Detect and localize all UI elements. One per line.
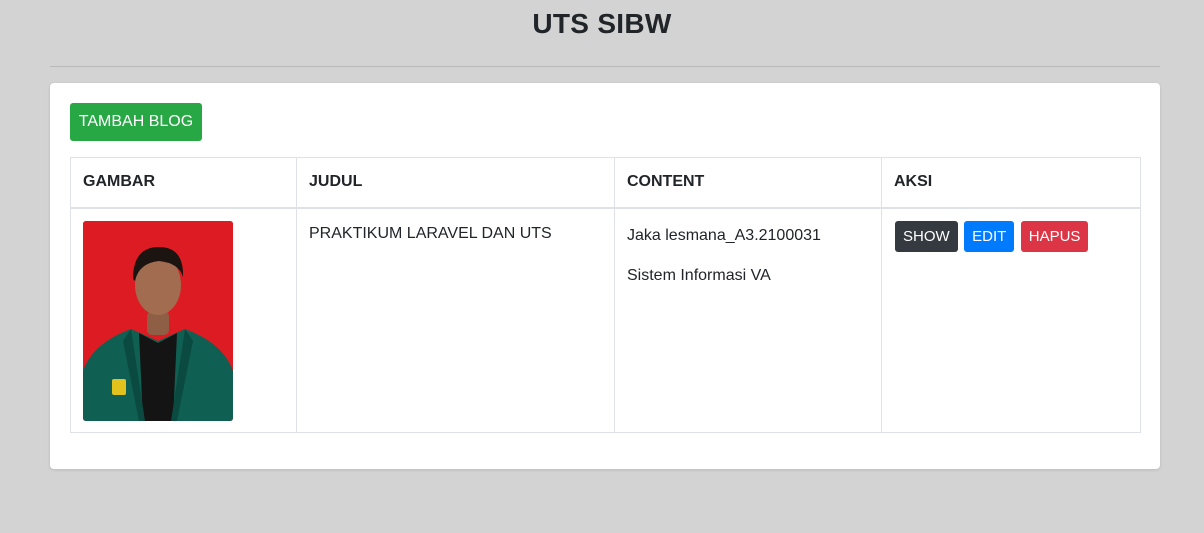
image-cell <box>70 207 297 433</box>
edit-button[interactable]: EDIT <box>964 220 1015 252</box>
student-photo <box>83 220 233 421</box>
page-title: UTS SIBW <box>532 8 672 39</box>
table-row: PRAKTIKUM LARAVEL DAN UTS Jaka lesmana_A… <box>70 207 1141 433</box>
content-cell: Jaka lesmana_A3.2100031 Sistem Informasi… <box>614 207 882 433</box>
add-blog-button[interactable]: TAMBAH BLOG <box>70 103 202 141</box>
actions-cell: SHOW EDIT HAPUS <box>881 207 1141 433</box>
table-header-row: GAMBAR JUDUL CONTENT AKSI <box>70 157 1141 209</box>
header-judul: JUDUL <box>296 157 615 209</box>
header-aksi: AKSI <box>881 157 1141 209</box>
delete-button[interactable]: HAPUS <box>1020 220 1089 252</box>
header-gambar: GAMBAR <box>70 157 297 209</box>
title-divider <box>50 66 1160 67</box>
blog-card: TAMBAH BLOG GAMBAR JUDUL CONTENT AKSI PR… <box>50 83 1160 469</box>
content-line-program: Sistem Informasi VA <box>627 266 771 284</box>
blog-table: GAMBAR JUDUL CONTENT AKSI PRAKTIKUM LARA… <box>70 157 1141 433</box>
header-content: CONTENT <box>614 157 882 209</box>
show-button[interactable]: SHOW <box>895 220 958 252</box>
title-cell: PRAKTIKUM LARAVEL DAN UTS <box>296 207 615 433</box>
content-line-name: Jaka lesmana_A3.2100031 <box>627 226 821 244</box>
